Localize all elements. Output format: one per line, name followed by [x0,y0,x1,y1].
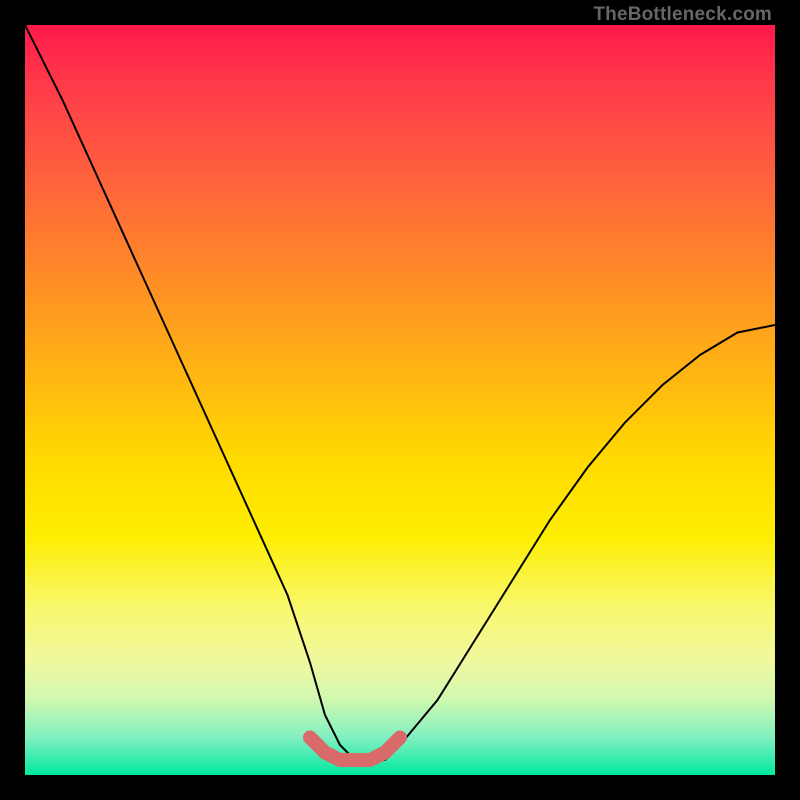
chart-container: TheBottleneck.com [0,0,800,800]
highlight-band [310,738,400,761]
watermark-text: TheBottleneck.com [593,4,772,26]
plot-area [25,25,775,775]
chart-svg [25,25,775,775]
bottleneck-curve [25,25,775,760]
